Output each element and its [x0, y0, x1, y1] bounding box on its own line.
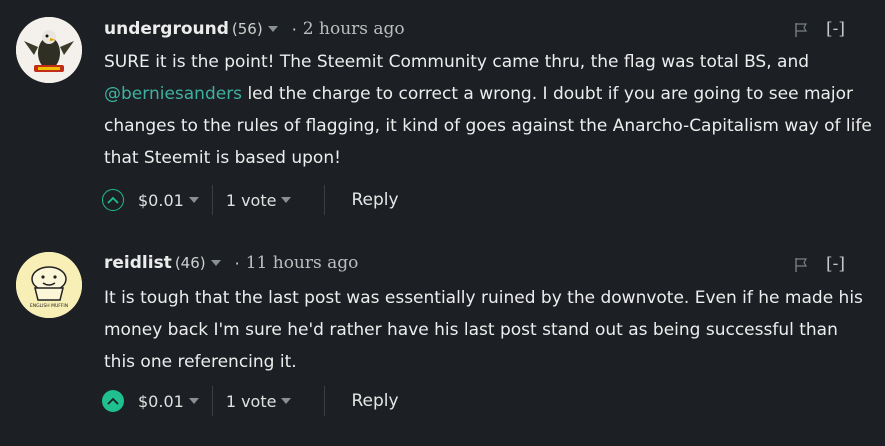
avatar[interactable]: ENGLISH MUFFIN: [16, 252, 82, 318]
separator-dot: ·: [234, 253, 240, 273]
caret-down-icon[interactable]: [210, 260, 221, 266]
avatar-caption: ENGLISH MUFFIN: [30, 303, 68, 309]
flag-icon[interactable]: [794, 22, 808, 38]
collapse-button[interactable]: [-]: [826, 19, 845, 39]
upvote-icon: [107, 397, 119, 405]
timestamp[interactable]: 11 hours ago: [246, 253, 359, 273]
avatar[interactable]: [16, 17, 82, 83]
avatar-muffin-image: ENGLISH MUFFIN: [16, 252, 82, 318]
mention-link[interactable]: @berniesanders: [104, 84, 242, 104]
divider: [324, 185, 326, 215]
author-name[interactable]: underground: [104, 19, 229, 39]
collapse-button[interactable]: [-]: [826, 254, 845, 274]
divider: [324, 386, 326, 416]
avatar-bird-image: [16, 17, 82, 83]
caret-down-icon[interactable]: [188, 197, 199, 203]
upvote-button[interactable]: [102, 390, 124, 412]
caret-down-icon[interactable]: [188, 398, 199, 404]
comment-body: It is tough that the last post was essen…: [104, 288, 863, 372]
comment-footer: $0.01 1 vote Reply: [102, 386, 399, 416]
comment-header: underground (56) · 2 hours ago: [104, 17, 405, 41]
comment-text: SURE it is the point! The Steemit Commun…: [104, 52, 810, 72]
vote-count[interactable]: 1 vote: [226, 392, 277, 411]
caret-down-icon[interactable]: [267, 26, 278, 32]
comment-footer: $0.01 1 vote Reply: [102, 185, 399, 215]
author-name[interactable]: reidlist: [104, 253, 172, 273]
author-reputation: (56): [231, 20, 263, 38]
comment-header: reidlist (46) · 11 hours ago: [104, 251, 358, 275]
author-reputation: (46): [174, 254, 206, 272]
upvote-button[interactable]: [102, 189, 124, 211]
caret-down-icon[interactable]: [281, 398, 292, 404]
reply-link[interactable]: Reply: [351, 190, 398, 210]
separator-dot: ·: [291, 19, 297, 39]
caret-down-icon[interactable]: [281, 197, 292, 203]
timestamp[interactable]: 2 hours ago: [303, 19, 405, 39]
upvote-icon: [107, 196, 119, 204]
payout-value[interactable]: $0.01: [138, 392, 184, 411]
payout-value[interactable]: $0.01: [138, 191, 184, 210]
comment-body: SURE it is the point! The Steemit Commun…: [104, 46, 874, 174]
divider: [211, 185, 213, 215]
reply-link[interactable]: Reply: [351, 391, 398, 411]
vote-count[interactable]: 1 vote: [226, 191, 277, 210]
flag-icon[interactable]: [794, 257, 808, 273]
divider: [211, 386, 213, 416]
